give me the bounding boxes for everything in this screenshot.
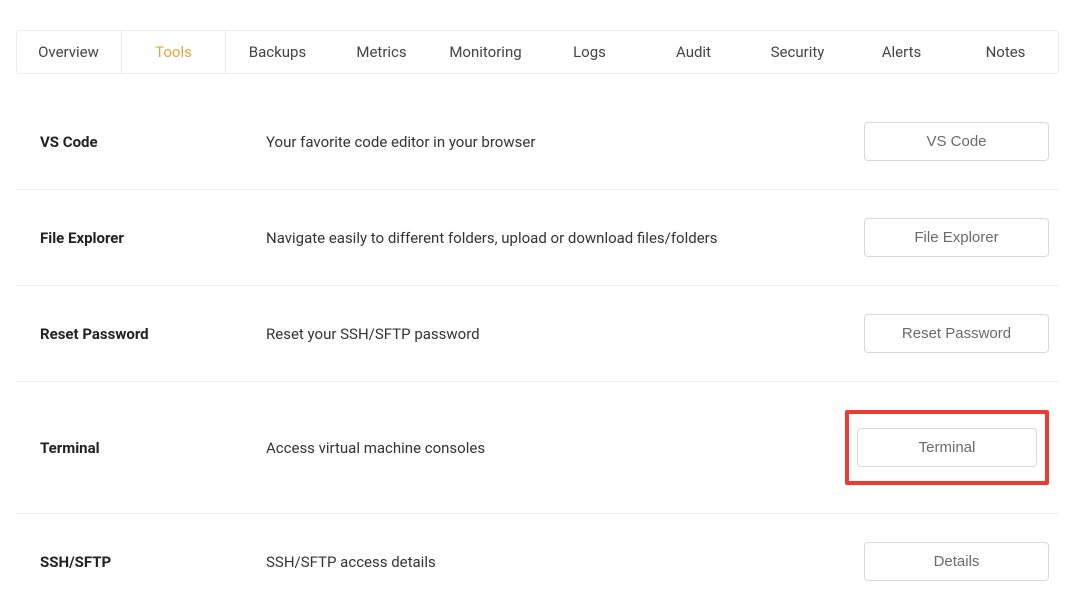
tab-alerts[interactable]: Alerts — [850, 31, 954, 73]
tool-desc: Your favorite code editor in your browse… — [266, 133, 859, 151]
terminal-button[interactable]: Terminal — [857, 428, 1037, 467]
tool-desc: Reset your SSH/SFTP password — [266, 325, 859, 343]
terminal-highlight: Terminal — [845, 410, 1049, 485]
reset-password-button[interactable]: Reset Password — [864, 314, 1049, 353]
tool-row-terminal: Terminal Access virtual machine consoles… — [16, 382, 1059, 514]
tool-title: VS Code — [16, 133, 266, 151]
tab-metrics[interactable]: Metrics — [330, 31, 434, 73]
tab-audit[interactable]: Audit — [642, 31, 746, 73]
ssh-sftp-details-button[interactable]: Details — [864, 542, 1049, 581]
tool-action: Details — [859, 542, 1059, 581]
tab-monitoring[interactable]: Monitoring — [434, 31, 538, 73]
tool-action: VS Code — [859, 122, 1059, 161]
tool-row-ssh-sftp: SSH/SFTP SSH/SFTP access details Details — [16, 514, 1059, 609]
tab-security[interactable]: Security — [746, 31, 850, 73]
tool-title: SSH/SFTP — [16, 553, 266, 571]
tab-backups[interactable]: Backups — [226, 31, 330, 73]
tools-list: VS Code Your favorite code editor in you… — [16, 94, 1059, 609]
tab-bar: Overview Tools Backups Metrics Monitorin… — [16, 30, 1059, 74]
tab-notes[interactable]: Notes — [954, 31, 1058, 73]
tool-row-vscode: VS Code Your favorite code editor in you… — [16, 94, 1059, 190]
tool-title: Reset Password — [16, 325, 266, 343]
vscode-button[interactable]: VS Code — [864, 122, 1049, 161]
tool-row-file-explorer: File Explorer Navigate easily to differe… — [16, 190, 1059, 286]
tab-tools[interactable]: Tools — [121, 31, 226, 73]
tool-title: File Explorer — [16, 229, 266, 247]
file-explorer-button[interactable]: File Explorer — [864, 218, 1049, 257]
tool-desc: SSH/SFTP access details — [266, 553, 859, 571]
tool-action: File Explorer — [859, 218, 1059, 257]
tool-action: Terminal — [859, 410, 1059, 485]
tool-row-reset-password: Reset Password Reset your SSH/SFTP passw… — [16, 286, 1059, 382]
tool-desc: Access virtual machine consoles — [266, 439, 859, 457]
tool-desc: Navigate easily to different folders, up… — [266, 229, 859, 247]
tab-logs[interactable]: Logs — [538, 31, 642, 73]
tool-action: Reset Password — [859, 314, 1059, 353]
tab-overview[interactable]: Overview — [17, 31, 121, 73]
tool-title: Terminal — [16, 439, 266, 457]
